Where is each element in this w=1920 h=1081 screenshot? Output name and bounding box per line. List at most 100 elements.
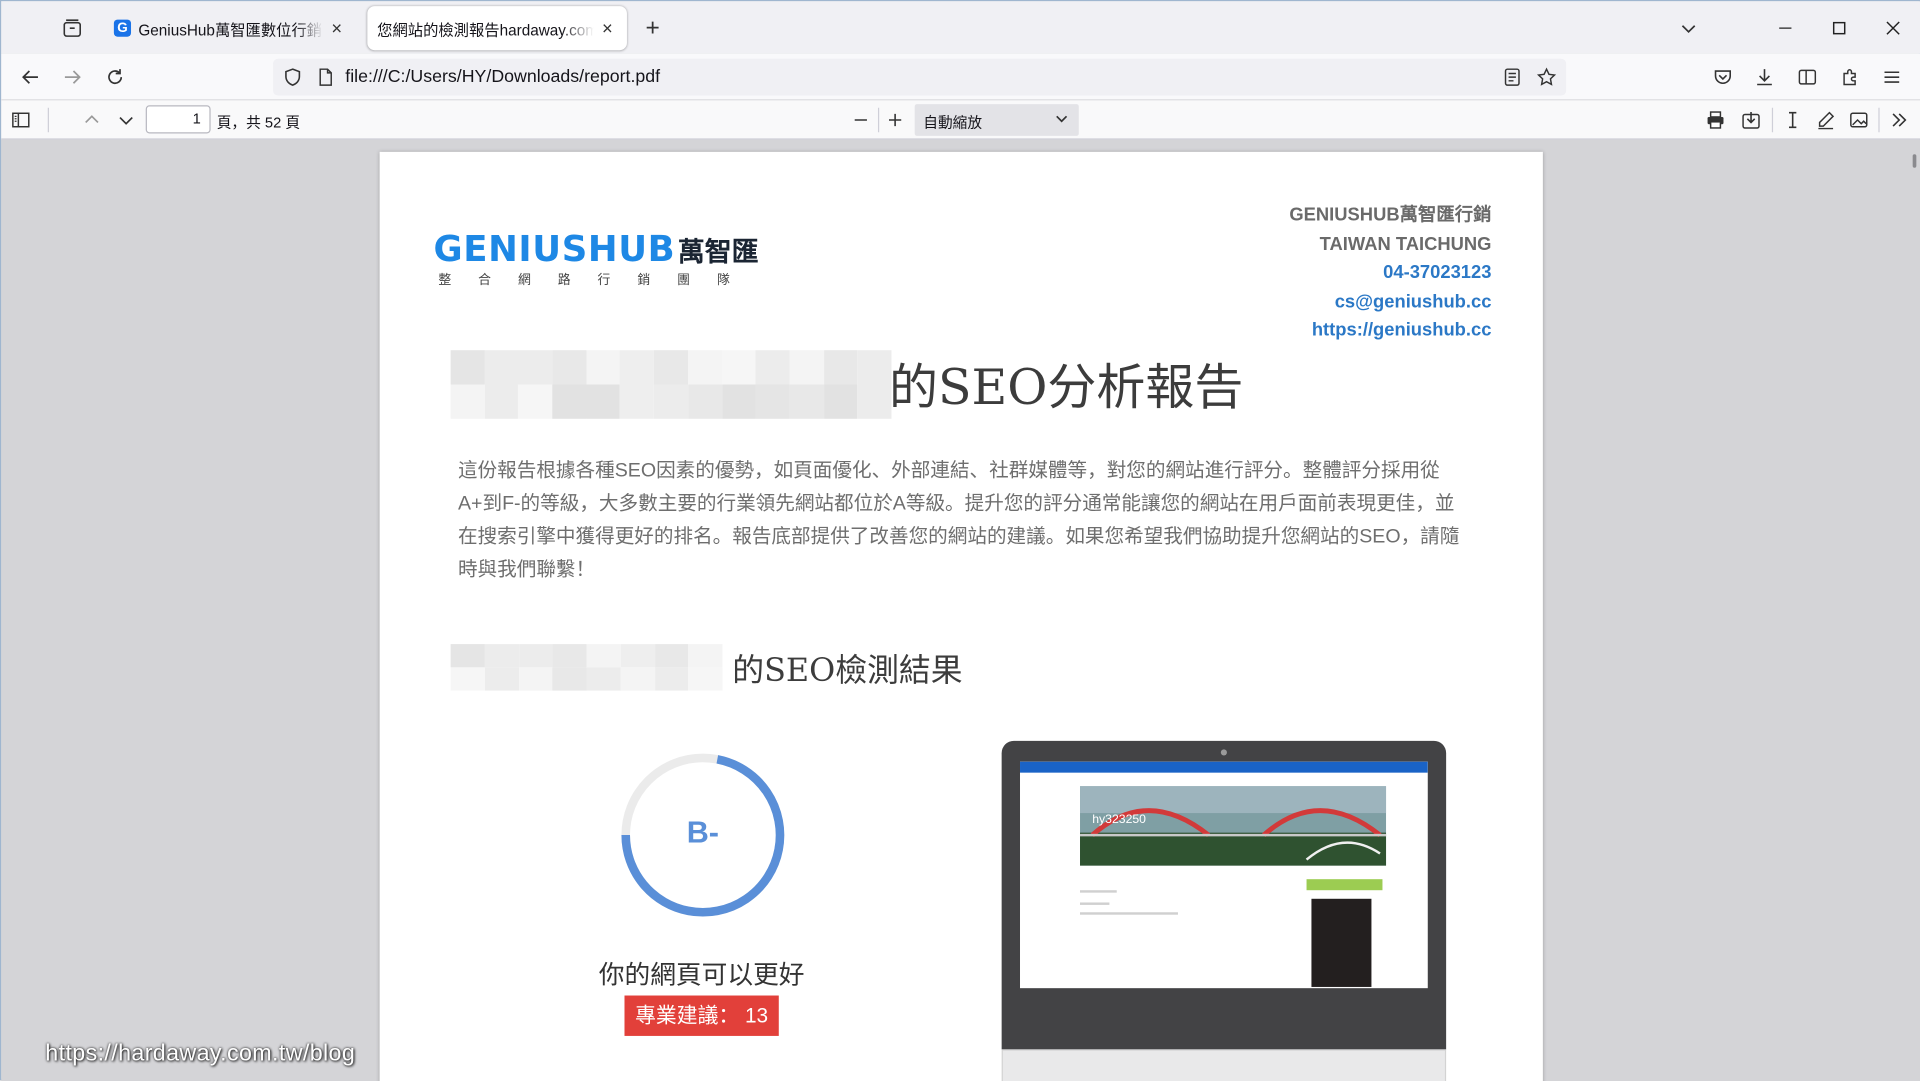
pixel-cell (586, 350, 621, 385)
previous-page-button[interactable] (77, 105, 106, 134)
preview-text-line (1080, 912, 1178, 915)
scrollbar-thumb[interactable] (1912, 154, 1917, 168)
next-page-button[interactable] (111, 105, 140, 134)
pixel-cell (484, 384, 519, 419)
text-tool-button[interactable] (1778, 105, 1807, 134)
tab-geniushub[interactable]: G GeniusHub萬智匯數位行銷 - 全方位網路行銷 × (104, 6, 356, 50)
pixel-cell (552, 644, 587, 668)
app-menu-button[interactable] (1875, 60, 1909, 94)
pixel-cell (450, 644, 485, 668)
chevron-up-icon (85, 115, 99, 124)
monitor-chin (1001, 1049, 1447, 1081)
pixel-cell (518, 350, 553, 385)
preview-banner-text: hy323250 (1092, 812, 1146, 826)
seo-score-gauge: B- (617, 749, 788, 920)
pixel-cell (755, 384, 790, 419)
pixel-cell (687, 350, 722, 385)
double-chevron-right-icon (1892, 113, 1907, 127)
toolbar-separator (1878, 107, 1880, 133)
pixel-cell (620, 644, 655, 668)
image-tool-button[interactable] (1844, 105, 1873, 134)
preview-text-line (1080, 902, 1110, 905)
downloads-button[interactable] (1747, 60, 1781, 94)
pixel-cell (721, 384, 756, 419)
pixel-cell (721, 350, 756, 385)
pixel-cell (586, 644, 621, 668)
preview-text-line (1080, 890, 1117, 893)
forward-button[interactable] (55, 60, 89, 94)
list-all-tabs-button[interactable] (1671, 11, 1705, 45)
sidebar-button[interactable] (1790, 60, 1824, 94)
toolbar-separator (47, 107, 49, 133)
close-tab-icon[interactable]: × (327, 18, 347, 39)
minimize-button[interactable] (1757, 1, 1813, 54)
geniushub-logo: GENIUSHUB 萬智匯 整合網路行銷團隊 (433, 231, 758, 289)
print-button[interactable] (1701, 105, 1730, 134)
url-text[interactable]: file:///C:/Users/HY/Downloads/report.pdf (345, 67, 660, 87)
pixel-cell (450, 384, 485, 419)
close-window-button[interactable] (1865, 1, 1920, 54)
firefox-view-icon (63, 19, 82, 37)
pocket-button[interactable] (1706, 60, 1740, 94)
phone-link[interactable]: 04-37023123 (1289, 258, 1491, 287)
save-icon (1742, 112, 1760, 129)
tracking-protection-shield-icon[interactable] (283, 67, 303, 87)
preview-banner-image: hy323250 (1080, 786, 1387, 866)
advice-count-badge: 專業建議： 13 (624, 995, 779, 1036)
toggle-sidebar-button[interactable] (6, 105, 35, 134)
toolbar-separator (1771, 107, 1774, 133)
pixel-cell (552, 667, 587, 691)
zoom-value: 自動縮放 (923, 113, 983, 132)
pixel-cell (620, 384, 655, 419)
firefox-view-button[interactable] (55, 11, 89, 45)
bookmark-star-icon[interactable] (1536, 67, 1557, 87)
monitor-camera-dot (1220, 749, 1227, 756)
pixel-cell (586, 384, 621, 419)
preview-green-button (1306, 879, 1383, 891)
draw-tool-button[interactable] (1811, 105, 1840, 134)
score-caption: 你的網頁可以更好 (598, 961, 805, 990)
navigation-toolbar: file:///C:/Users/HY/Downloads/report.pdf (1, 53, 1920, 101)
save-pdf-button[interactable] (1736, 105, 1765, 134)
file-icon (319, 68, 332, 86)
pixel-cell (484, 644, 519, 668)
pdf-toolbar: 1 頁，共 52 頁 自動縮放 (1, 100, 1920, 140)
arrow-right-icon (64, 70, 81, 84)
pixel-cell (484, 350, 519, 385)
email-link[interactable]: cs@geniushub.cc (1289, 287, 1492, 316)
report-title: 的SEO分析報告 (888, 360, 1244, 417)
zoom-in-button[interactable] (880, 105, 909, 134)
preview-poster-image (1311, 898, 1372, 987)
close-tab-icon[interactable]: × (598, 18, 618, 39)
pixel-cell (654, 644, 689, 668)
page-number-input[interactable]: 1 (145, 105, 211, 134)
tools-menu-button[interactable] (1885, 105, 1914, 134)
pixel-cell (552, 384, 587, 419)
pixel-cell (687, 384, 722, 419)
preview-site-navbar (1020, 761, 1428, 773)
report-intro-paragraph: 這份報告根據各種SEO因素的優勢，如頁面優化、外部連結、社群媒體等，對您的網站進… (457, 460, 1460, 581)
pencil-icon (1818, 111, 1835, 130)
hamburger-menu-icon (1884, 71, 1900, 83)
maximize-button[interactable] (1811, 1, 1867, 54)
pdf-viewer[interactable]: GENIUSHUB 萬智匯 整合網路行銷團隊 GENIUSHUB萬智匯行銷 TAI… (1, 139, 1920, 1081)
back-button[interactable] (13, 60, 47, 94)
sidebar-icon (1798, 69, 1817, 85)
pixel-cell (755, 350, 790, 385)
pixel-cell (450, 350, 485, 385)
address-bar[interactable]: file:///C:/Users/HY/Downloads/report.pdf (273, 58, 1567, 96)
reload-button[interactable] (98, 60, 132, 94)
pocket-icon (1714, 70, 1732, 84)
website-link[interactable]: https://geniushub.cc (1289, 316, 1492, 345)
close-icon (1886, 20, 1900, 35)
zoom-select[interactable]: 自動縮放 (914, 104, 1079, 136)
new-tab-button[interactable]: + (636, 11, 670, 45)
pixel-cell (857, 384, 892, 419)
extensions-button[interactable] (1833, 60, 1867, 94)
pixel-cell (620, 350, 655, 385)
page-count: 頁，共 52 頁 (216, 113, 301, 132)
zoom-out-button[interactable] (846, 105, 875, 134)
reader-view-icon[interactable] (1502, 67, 1522, 87)
website-screenshot-monitor: hy323250 (1001, 740, 1447, 1050)
tab-report[interactable]: 您網站的檢測報告hardaway.com.tw × (367, 6, 627, 51)
